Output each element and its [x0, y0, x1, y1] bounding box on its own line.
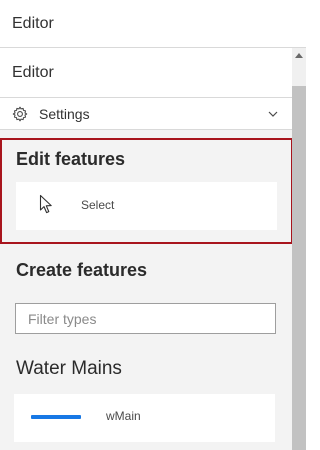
edit-features-heading: Edit features	[16, 149, 126, 169]
scroll-thumb[interactable]	[292, 86, 306, 450]
panel-header: Editor	[0, 48, 292, 98]
template-wmain[interactable]: wMain	[14, 394, 275, 442]
template-label: wMain	[106, 409, 141, 423]
window-title: Editor	[12, 14, 54, 32]
settings-toggle[interactable]: Settings	[0, 98, 292, 130]
layer-heading-water-mains: Water Mains	[16, 358, 122, 379]
select-tool-button[interactable]: Select	[16, 182, 277, 230]
chevron-down-icon	[266, 107, 280, 121]
window-header: Editor	[0, 0, 306, 48]
select-tool-label: Select	[81, 198, 115, 212]
gear-icon	[11, 105, 29, 123]
settings-label: Settings	[39, 105, 90, 122]
scrollbar[interactable]	[292, 48, 306, 450]
create-features-heading: Create features	[16, 260, 148, 280]
scroll-up-arrow-icon[interactable]	[292, 48, 306, 62]
edit-features-section: Edit features Select	[0, 138, 292, 244]
filter-types-input[interactable]	[15, 303, 276, 334]
editor-panel: Editor Settings Edit features Select Cre…	[0, 48, 292, 450]
cursor-icon	[39, 194, 55, 216]
line-symbol-icon	[31, 415, 81, 419]
panel-title: Editor	[12, 63, 54, 81]
